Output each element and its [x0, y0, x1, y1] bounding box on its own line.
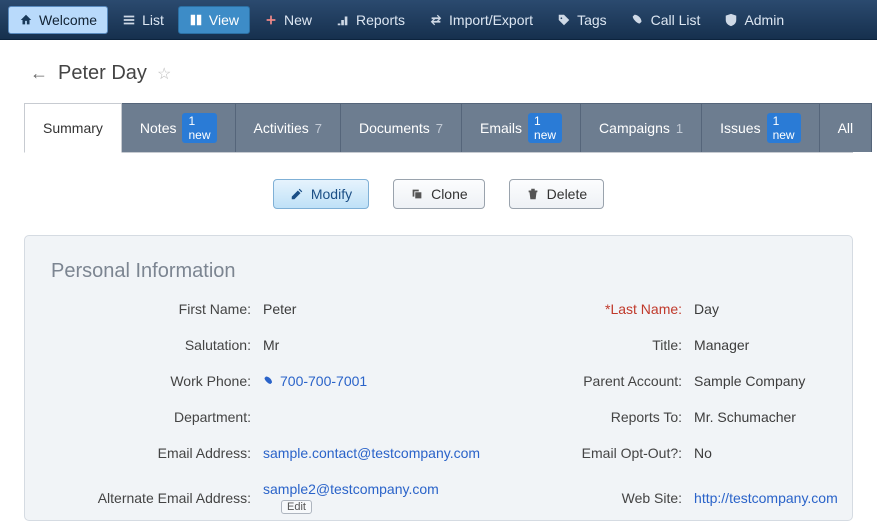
- tag-icon: [557, 13, 571, 27]
- phone-link[interactable]: 700-700-7001: [280, 373, 367, 389]
- label-work-phone: Work Phone:: [51, 373, 251, 389]
- value-email: sample.contact@testcompany.com: [263, 445, 480, 461]
- nav-label: Admin: [744, 12, 784, 28]
- tab-label: Notes: [140, 120, 177, 136]
- pencil-icon: [290, 187, 304, 201]
- alt-email-link[interactable]: sample2@testcompany.com: [263, 481, 439, 497]
- tab-label: Documents: [359, 120, 430, 136]
- label-web-site: Web Site:: [492, 490, 682, 506]
- clone-icon: [410, 187, 424, 201]
- badge-new: 1 new: [767, 113, 801, 143]
- nav-welcome[interactable]: Welcome: [8, 6, 108, 34]
- email-link[interactable]: sample.contact@testcompany.com: [263, 445, 480, 461]
- tab-documents[interactable]: Documents 7: [341, 103, 462, 152]
- nav-label: Import/Export: [449, 12, 533, 28]
- badge-count: 1: [676, 121, 683, 136]
- modify-button[interactable]: Modify: [273, 179, 369, 209]
- value-work-phone: 700-700-7001: [263, 373, 480, 389]
- value-alt-email: sample2@testcompany.com Edit: [263, 481, 480, 514]
- tab-label: Emails: [480, 120, 522, 136]
- nav-list[interactable]: List: [112, 7, 174, 33]
- label-salutation: Salutation:: [51, 337, 251, 353]
- record-tabs: Summary Notes 1 new Activities 7 Documents…: [24, 103, 853, 153]
- label-opt-out: Email Opt-Out?:: [492, 445, 682, 461]
- trash-icon: [526, 187, 540, 201]
- value-first-name: Peter: [263, 301, 480, 317]
- tab-activities[interactable]: Activities 7: [236, 103, 341, 152]
- star-icon[interactable]: ☆: [157, 64, 171, 84]
- nav-label: New: [284, 12, 312, 28]
- tab-all[interactable]: All: [820, 103, 873, 152]
- nav-label: Call List: [651, 12, 701, 28]
- nav-label: View: [209, 12, 239, 28]
- tab-summary[interactable]: Summary: [24, 103, 122, 153]
- edit-alt-email-button[interactable]: Edit: [281, 500, 312, 514]
- label-email: Email Address:: [51, 445, 251, 461]
- back-arrow-icon[interactable]: ←: [30, 63, 48, 84]
- website-link[interactable]: http://testcompany.com: [694, 490, 838, 506]
- nav-label: Welcome: [39, 12, 97, 28]
- value-title: Manager: [694, 337, 838, 353]
- value-salutation: Mr: [263, 337, 480, 353]
- tab-label: All: [838, 120, 854, 136]
- label-parent-account: Parent Account:: [492, 373, 682, 389]
- label-title: Title:: [492, 337, 682, 353]
- delete-button[interactable]: Delete: [509, 179, 604, 209]
- nav-reports[interactable]: Reports: [326, 7, 415, 33]
- badge-new: 1 new: [182, 113, 216, 143]
- page-title: Peter Day: [58, 62, 147, 85]
- list-icon: [122, 13, 136, 27]
- nav-label: List: [142, 12, 164, 28]
- value-last-name: Day: [694, 301, 838, 317]
- badge-new: 1 new: [528, 113, 562, 143]
- nav-label: Reports: [356, 12, 405, 28]
- value-parent-account: Sample Company: [694, 373, 838, 389]
- label-department: Department:: [51, 409, 251, 425]
- plus-icon: [264, 13, 278, 27]
- clone-button[interactable]: Clone: [393, 179, 485, 209]
- phone-icon: [631, 13, 645, 27]
- value-reports-to: Mr. Schumacher: [694, 409, 838, 425]
- tab-label: Campaigns: [599, 120, 670, 136]
- label-first-name: First Name:: [51, 301, 251, 317]
- tab-notes[interactable]: Notes 1 new: [122, 103, 236, 152]
- nav-view[interactable]: View: [178, 6, 250, 34]
- value-web-site: http://testcompany.com: [694, 490, 838, 506]
- tab-campaigns[interactable]: Campaigns 1: [581, 103, 702, 152]
- badge-count: 7: [436, 121, 443, 136]
- view-icon: [189, 13, 203, 27]
- badge-count: 7: [315, 121, 322, 136]
- button-label: Modify: [311, 186, 352, 202]
- personal-info-panel: Personal Information First Name: Peter *…: [24, 235, 853, 521]
- nav-label: Tags: [577, 12, 607, 28]
- tab-issues[interactable]: Issues 1 new: [702, 103, 819, 152]
- section-title: Personal Information: [51, 260, 826, 283]
- nav-import-export[interactable]: Import/Export: [419, 7, 543, 33]
- label-reports-to: Reports To:: [492, 409, 682, 425]
- home-icon: [19, 13, 33, 27]
- shield-icon: [724, 13, 738, 27]
- nav-call-list[interactable]: Call List: [621, 7, 711, 33]
- button-label: Delete: [547, 186, 587, 202]
- button-label: Clone: [431, 186, 468, 202]
- top-nav: Welcome List View New Reports Import/Exp…: [0, 0, 877, 40]
- label-last-name: *Last Name:: [492, 301, 682, 317]
- nav-new[interactable]: New: [254, 7, 322, 33]
- value-opt-out: No: [694, 445, 838, 461]
- reports-icon: [336, 13, 350, 27]
- tab-label: Summary: [43, 120, 103, 136]
- nav-admin[interactable]: Admin: [714, 7, 794, 33]
- tab-label: Activities: [254, 120, 309, 136]
- phone-icon: [263, 375, 275, 387]
- nav-tags[interactable]: Tags: [547, 7, 617, 33]
- label-alt-email: Alternate Email Address:: [51, 490, 251, 506]
- action-row: Modify Clone Delete: [24, 179, 853, 209]
- swap-icon: [429, 13, 443, 27]
- tab-emails[interactable]: Emails 1 new: [462, 103, 581, 152]
- tab-label: Issues: [720, 120, 760, 136]
